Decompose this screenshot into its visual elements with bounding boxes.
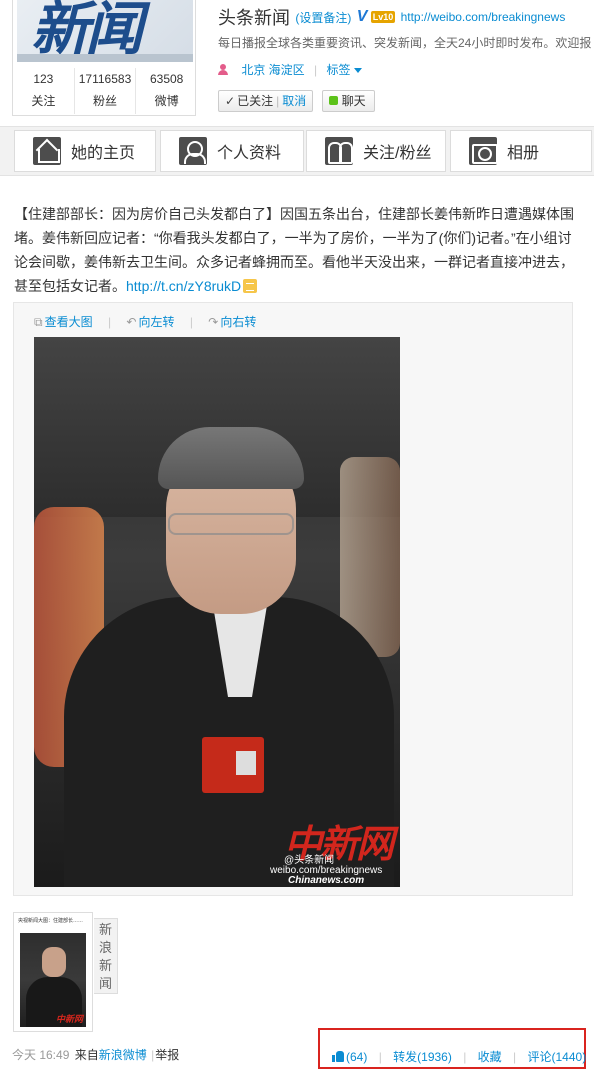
tab-home[interactable]: 她的主页 (14, 130, 156, 172)
unfollow-link[interactable]: 取消 (282, 94, 306, 108)
expand-icon: ⧉ (34, 315, 43, 329)
photo-glasses (168, 513, 294, 535)
user-name: 头条新闻 (218, 8, 290, 28)
mini-face (42, 947, 66, 977)
stat-posts[interactable]: 63508 微博 (136, 68, 197, 114)
view-large-label: 查看大图 (44, 315, 93, 329)
meta-divider: | (314, 62, 318, 77)
toolbar-divider: | (189, 315, 193, 329)
article-icon[interactable] (243, 279, 258, 293)
like-count: (64) (346, 1050, 368, 1064)
tab-album-label: 相册 (507, 145, 540, 162)
from-label: 来自 (74, 1048, 99, 1062)
chevron-down-icon (353, 68, 362, 74)
tags-dropdown[interactable]: 标签 (327, 63, 362, 77)
profile-nav: 她的主页 个人资料 关注/粉丝 相册 (0, 126, 594, 176)
stat-following[interactable]: 123 关注 (13, 68, 75, 114)
report-link[interactable]: 举报 (155, 1048, 179, 1062)
photo-hair (158, 427, 304, 489)
media-toolbar: ⧉ 查看大图 | ↶ 向左转 | ↷ 向右转 (34, 313, 256, 330)
avatar-logo-text: 新闻 (31, 0, 143, 62)
chat-label: 聊天 (341, 94, 366, 108)
post-time-link[interactable]: 今天 16:49 (12, 1048, 69, 1062)
like-button[interactable]: (64) (332, 1050, 367, 1064)
post-photo[interactable]: 中新网 @头条新闻 weibo.com/breakingnews Chinane… (34, 337, 400, 887)
source-tag-sina-news[interactable]: 新浪新闻 (94, 918, 118, 994)
watermark-domain: Chinanews.com (288, 875, 365, 886)
tags-label: 标签 (326, 63, 351, 77)
stat-following-count: 123 (33, 72, 54, 86)
tab-profile-info-label: 个人资料 (217, 145, 282, 162)
check-icon: ✓ (225, 94, 236, 108)
action-divider: | (513, 1050, 517, 1064)
location-link[interactable]: 北京 海淀区 (241, 63, 304, 77)
verified-icon[interactable]: V (357, 8, 368, 26)
gender-female-icon (218, 64, 228, 75)
avatar-stripe (17, 54, 193, 62)
profile-header: 新闻 123 关注 17116583 粉丝 63508 微博 头条新闻 (设置备… (0, 0, 594, 118)
post-actions-highlight: (64) | 转发(1936) | 收藏 | 评论(1440) (318, 1028, 586, 1069)
post-text: 【住建部部长：因为房价自己头发都白了】因国五条出台，住建部长姜伟新昨日遭遇媒体围… (14, 202, 580, 298)
source-mini-photo: 中新网 (20, 933, 86, 1027)
action-divider: | (378, 1050, 382, 1064)
photo-delegate-badge (202, 737, 264, 793)
stat-following-label: 关注 (31, 94, 56, 108)
tab-profile-info[interactable]: 个人资料 (160, 130, 304, 172)
rotate-left-button[interactable]: ↶ 向左转 (126, 315, 174, 329)
followed-label: 已关注 (237, 94, 274, 108)
action-divider: | (463, 1050, 467, 1064)
tab-home-label: 她的主页 (71, 145, 136, 162)
source-caption: 央视新闻大图：住建部长…… (18, 918, 84, 924)
favorite-button[interactable]: 收藏 (478, 1050, 502, 1064)
client-source-link[interactable]: 新浪微博 (99, 1048, 147, 1062)
mini-watermark: 中新网 (55, 1014, 83, 1024)
repost-button[interactable]: 转发(1936) (393, 1050, 452, 1064)
footer-divider: | (151, 1048, 155, 1062)
rotate-left-icon: ↶ (126, 315, 137, 329)
view-large-button[interactable]: ⧉ 查看大图 (34, 315, 93, 329)
rotate-right-icon: ↷ (208, 315, 219, 329)
name-row: 头条新闻 (设置备注) V Lv10 http://weibo.com/brea… (218, 4, 565, 28)
profile-description: 每日播报全球各类重要资讯、突发新闻，全天24小时即时发布。欢迎报 (218, 36, 592, 50)
post-actions: (64) | 转发(1936) | 收藏 | 评论(1440) (332, 1048, 586, 1065)
stat-posts-label: 微博 (154, 94, 179, 108)
comment-button[interactable]: 评论(1440) (528, 1050, 587, 1064)
set-remark-link[interactable]: (设置备注) (295, 11, 351, 25)
tab-follow-fans[interactable]: 关注/粉丝 (306, 130, 446, 172)
post-footer: 今天 16:49 来自新浪微博 |举报 (12, 1046, 179, 1063)
media-container: ⧉ 查看大图 | ↶ 向左转 | ↷ 向右转 中新网 @头条新闻 weibo.com/… (13, 302, 573, 896)
profile-actions: ✓ 已关注 | 取消 聊天 (218, 90, 375, 112)
rotate-left-label: 向左转 (138, 315, 175, 329)
people-icon (325, 137, 353, 165)
level-badge[interactable]: Lv10 (370, 11, 396, 23)
stat-followers-count: 17116583 (78, 72, 132, 86)
stat-followers-label: 粉丝 (93, 94, 118, 108)
camera-icon (469, 137, 498, 165)
toolbar-divider: | (107, 315, 112, 329)
watermark-handle: @头条新闻 (284, 855, 335, 866)
profile-url-link[interactable]: http://weibo.com/breakingnews (401, 10, 566, 24)
follow-divider: | (276, 94, 280, 108)
stat-posts-count: 63508 (149, 72, 184, 86)
profile-meta: 北京 海淀区 | 标签 (218, 61, 362, 78)
chat-button[interactable]: 聊天 (321, 90, 375, 112)
follow-status-button[interactable]: ✓ 已关注 | 取消 (218, 90, 314, 112)
post-body: 【住建部部长：因为房价自己头发都白了】因国五条出台，住建部长姜伟新昨日遭遇媒体围… (14, 206, 574, 294)
avatar[interactable]: 新闻 (17, 0, 193, 62)
thumbs-up-icon (332, 1050, 344, 1062)
home-icon (33, 137, 61, 165)
tab-follow-fans-label: 关注/粉丝 (363, 145, 432, 162)
source-thumbnail[interactable]: 央视新闻大图：住建部长…… 中新网 (13, 912, 93, 1032)
rotate-right-label: 向右转 (220, 315, 257, 329)
chat-status-icon (328, 96, 338, 106)
post-short-link[interactable]: http://t.cn/zY8rukD (126, 278, 241, 294)
tab-album[interactable]: 相册 (450, 130, 592, 172)
person-icon (179, 137, 207, 165)
profile-card: 新闻 123 关注 17116583 粉丝 63508 微博 (12, 0, 196, 116)
stat-followers[interactable]: 17116583 粉丝 (75, 68, 137, 114)
rotate-right-button[interactable]: ↷ 向右转 (208, 315, 256, 329)
profile-stats: 123 关注 17116583 粉丝 63508 微博 (13, 68, 197, 114)
